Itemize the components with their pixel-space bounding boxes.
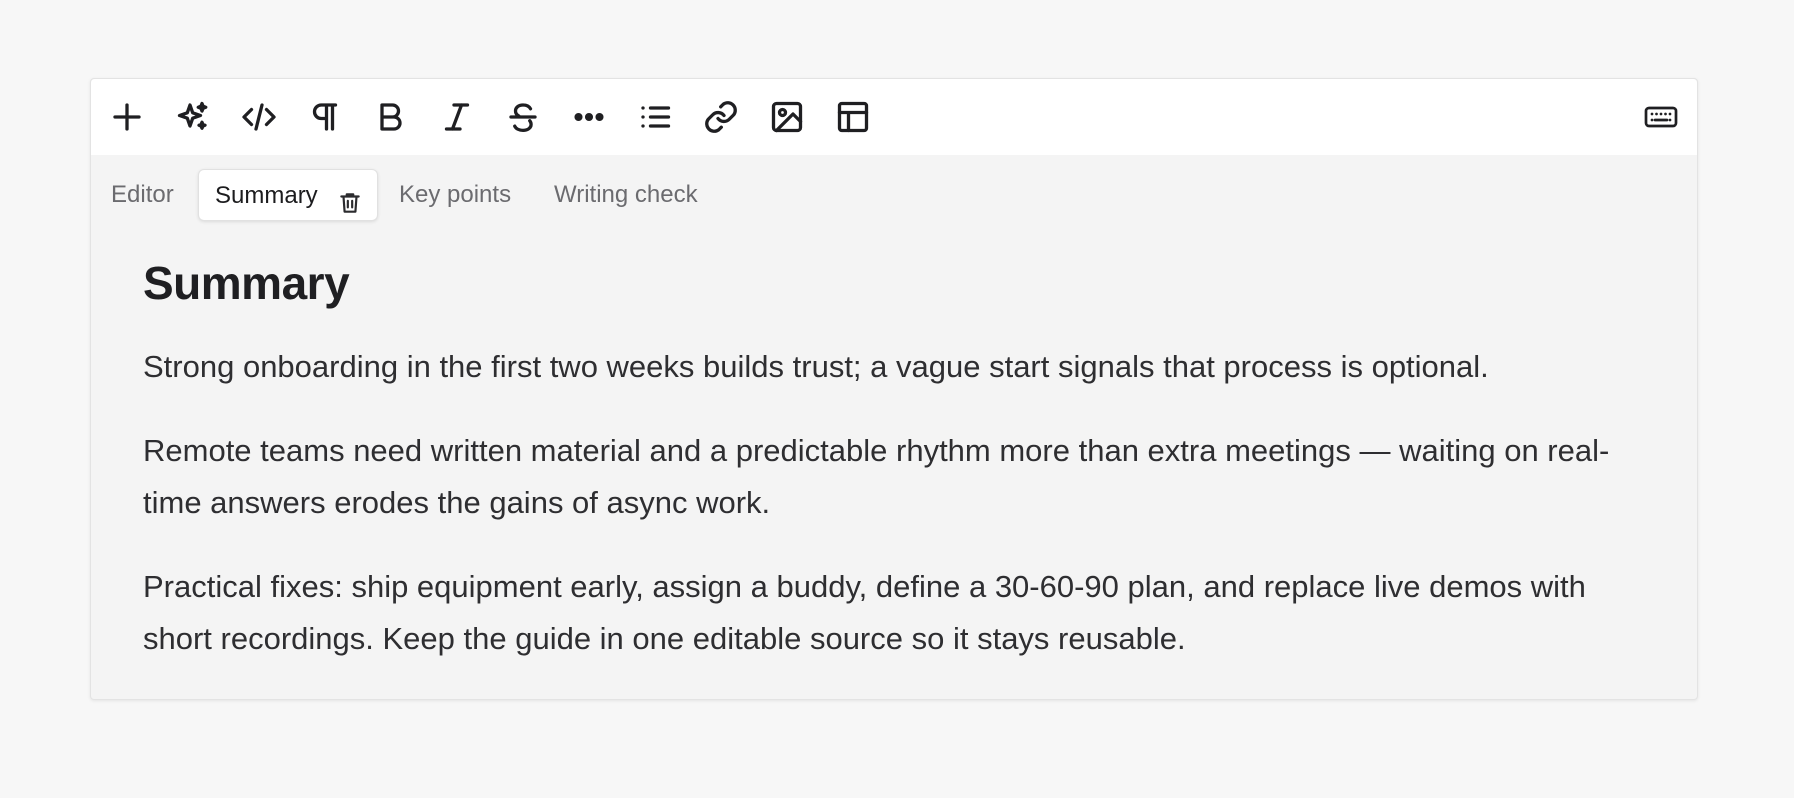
document-heading: Summary (143, 257, 350, 309)
code-button[interactable] (239, 97, 279, 137)
ellipsis-icon (574, 112, 604, 122)
table-icon (837, 101, 869, 133)
trash-icon (340, 193, 360, 213)
code-icon (242, 103, 276, 131)
bold-button[interactable] (371, 97, 411, 137)
tab-editor[interactable]: Editor (111, 169, 174, 221)
keyboard-button[interactable] (1641, 97, 1681, 137)
plus-icon (113, 103, 141, 131)
tab-summary[interactable]: Summary (198, 169, 378, 221)
paragraph: Practical fixes: ship equipment early, a… (143, 569, 1586, 656)
link-button[interactable] (701, 97, 741, 137)
toolbar (91, 79, 1697, 155)
tab-key-points[interactable]: Key points (399, 169, 511, 221)
ai-button[interactable] (173, 97, 213, 137)
sparkles-icon (177, 101, 208, 130)
italic-button[interactable] (437, 97, 477, 137)
keyboard-icon (1644, 106, 1678, 128)
paragraph-button[interactable] (305, 97, 345, 137)
tab-summary-label: Summary (215, 182, 318, 209)
tab-writing-check[interactable]: Writing check (554, 169, 698, 221)
bold-icon (380, 103, 402, 131)
pilcrow-icon (312, 103, 338, 131)
paragraph: Remote teams need written material and a… (143, 433, 1610, 520)
list-icon (641, 106, 671, 128)
document-body[interactable]: Summary Strong onboarding in the first t… (143, 255, 1663, 697)
tab-bar: Editor Summary Key points Writing check (91, 169, 1697, 221)
strikethrough-icon (509, 103, 537, 132)
editor-card: Editor Summary Key points Writing check … (90, 78, 1698, 700)
add-button[interactable] (107, 97, 147, 137)
image-button[interactable] (767, 97, 807, 137)
italic-icon (444, 103, 470, 131)
table-button[interactable] (833, 97, 873, 137)
image-icon (771, 101, 803, 133)
link-icon (705, 101, 737, 133)
more-button[interactable] (569, 97, 609, 137)
delete-tab-button[interactable] (337, 183, 363, 213)
list-button[interactable] (635, 97, 675, 137)
strikethrough-button[interactable] (503, 97, 543, 137)
paragraph: Strong onboarding in the first two weeks… (143, 349, 1489, 384)
